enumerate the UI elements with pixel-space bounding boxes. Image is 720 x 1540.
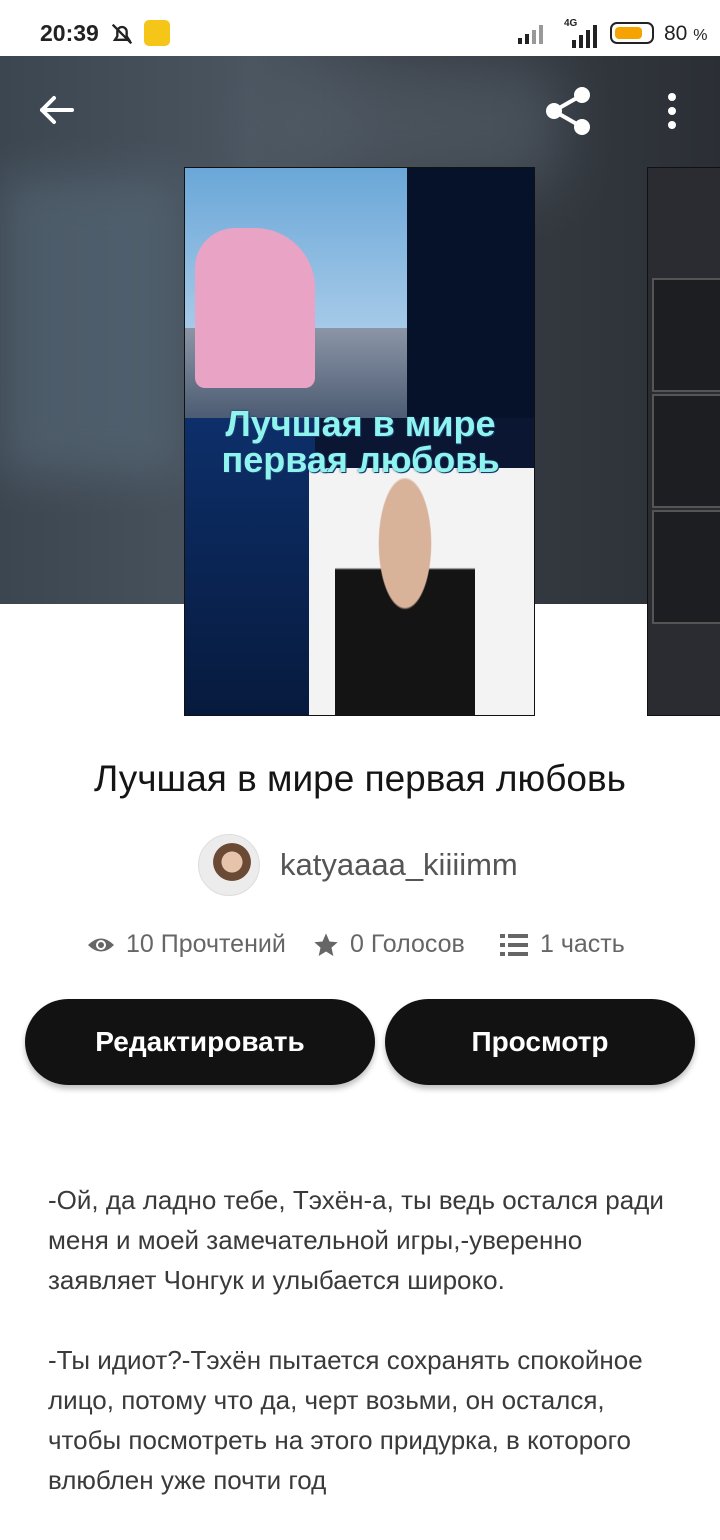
- star-icon: [314, 932, 338, 956]
- next-book-cover[interactable]: [647, 167, 720, 716]
- more-vert-icon: [668, 93, 676, 129]
- more-options-button[interactable]: [660, 90, 684, 134]
- bell-muted-icon: [111, 23, 133, 45]
- status-time: 20:39: [40, 20, 99, 46]
- reads-stat: 10 Прочтений: [86, 930, 286, 959]
- battery-icon: [610, 22, 654, 44]
- arrow-left-icon: [40, 96, 74, 124]
- share-icon: [546, 87, 590, 135]
- view-button[interactable]: Просмотр: [385, 999, 695, 1085]
- back-button[interactable]: [34, 88, 78, 132]
- story-preview: -Ой, да ладно тебе, Тэхён-а, ты ведь ост…: [48, 1180, 668, 1540]
- share-button[interactable]: [542, 86, 594, 136]
- book-cover[interactable]: Лучшая в мире первая любовь: [184, 167, 535, 716]
- stats-row: 10 Прочтений 0 Голосов 1 часть: [86, 930, 646, 972]
- status-bar: 20:39 4G 80 %: [0, 0, 720, 56]
- author-name: katyaaaa_kiiiimm: [280, 847, 518, 882]
- book-title: Лучшая в мире первая любовь: [94, 758, 626, 799]
- battery-fill: [615, 27, 643, 39]
- cover-title: Лучшая в мире первая любовь: [221, 403, 500, 480]
- list-icon: [500, 933, 528, 956]
- signal-icon: [518, 25, 543, 44]
- eye-icon: [88, 938, 114, 951]
- parts-stat: 1 часть: [500, 930, 625, 959]
- app-notification-icon: [144, 20, 170, 46]
- story-paragraph: -Ой, да ладно тебе, Тэхён-а, ты ведь ост…: [48, 1185, 664, 1295]
- edit-button[interactable]: Редактировать: [25, 999, 375, 1085]
- battery-percent: 80 %: [664, 22, 708, 45]
- votes-stat: 0 Голосов: [312, 930, 465, 959]
- story-paragraph: -Ты идиот?-Тэхён пытается сохранять спок…: [48, 1345, 643, 1495]
- avatar: [198, 834, 260, 896]
- author-link[interactable]: katyaaaa_kiiiimm: [198, 834, 518, 896]
